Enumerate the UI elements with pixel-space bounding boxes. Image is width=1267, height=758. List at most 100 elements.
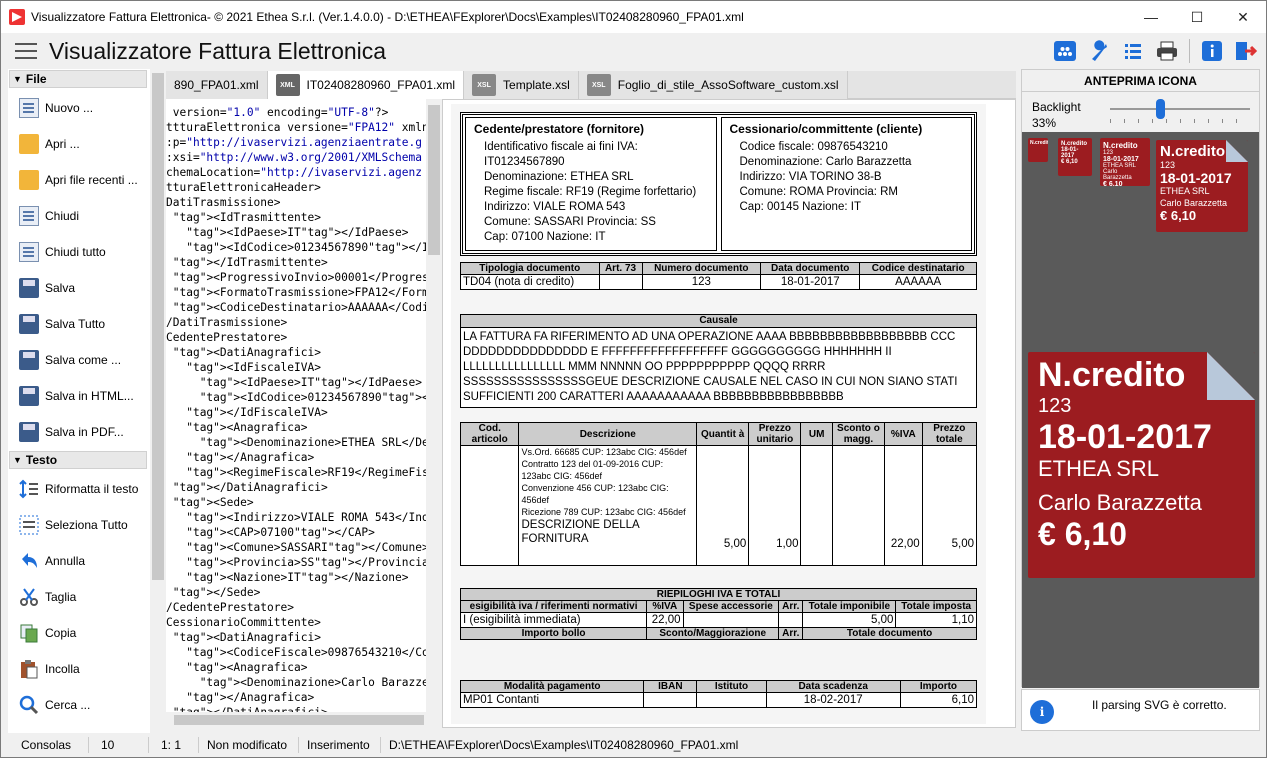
table-cell: 1,00 bbox=[748, 445, 802, 566]
menu-search[interactable]: Cerca ... bbox=[8, 687, 150, 723]
editor-vertical-scrollbar[interactable] bbox=[426, 99, 442, 712]
menu-close[interactable]: Chiudi bbox=[8, 198, 150, 234]
save-html-icon bbox=[19, 386, 39, 406]
icon-thumb-to: Carlo Barazzetta bbox=[1160, 198, 1228, 208]
backlight-slider-thumb[interactable] bbox=[1156, 99, 1166, 119]
tab-file-1[interactable]: 890_FPA01.xml bbox=[166, 71, 268, 99]
parties-box: Cedente/prestatore (fornitore) Identific… bbox=[460, 112, 977, 256]
menu-cut[interactable]: Taglia bbox=[8, 579, 150, 615]
info-icon: i bbox=[1030, 700, 1054, 724]
code-line: "tag"><IdPaese>IT"tag"></IdPaese> bbox=[199, 376, 422, 389]
code-line: CessionarioCommittente> bbox=[166, 616, 321, 629]
menu-save-all[interactable]: Salva Tutto bbox=[8, 306, 150, 342]
payment-table: Modalità pagamento IBAN Istituto Data sc… bbox=[459, 680, 978, 708]
table-header: Spese accessorie bbox=[682, 600, 780, 613]
code-line: "tag"><Sede> bbox=[172, 496, 254, 509]
icon-thumb-date: 18-01-2017 bbox=[1160, 170, 1232, 186]
menu-reformat[interactable]: Riformatta il testo bbox=[8, 471, 150, 507]
table-cell: MP01 Contanti bbox=[459, 692, 645, 708]
status-font-size: 10 bbox=[89, 737, 149, 753]
icon-thumb-96: N.credito 123 18-01-2017 ETHEA SRL Carlo… bbox=[1156, 140, 1248, 232]
list-icon[interactable] bbox=[1119, 37, 1147, 65]
code-line: "tag"><Denominazione>Carlo Barazzetta< bbox=[199, 676, 426, 689]
menu-paste[interactable]: Incolla bbox=[8, 651, 150, 687]
exit-icon[interactable] bbox=[1232, 37, 1260, 65]
xsl-file-icon: XSL bbox=[586, 74, 611, 96]
editor-hscroll-thumb[interactable] bbox=[174, 715, 424, 725]
menu-copy[interactable]: Copia bbox=[8, 615, 150, 651]
menu-undo[interactable]: Annulla bbox=[8, 543, 150, 579]
cessionario-line: Codice fiscale: 09876543210 bbox=[739, 141, 888, 153]
xml-editor[interactable]: version="1.0" encoding="UTF-8"?> ttturaEl… bbox=[166, 99, 426, 712]
menu-new[interactable]: Nuovo ... bbox=[8, 90, 150, 126]
code-line: "tag"><IdCodice>01234567890"tag"></IdCod… bbox=[199, 391, 426, 404]
menu-save-html[interactable]: Salva in HTML... bbox=[8, 378, 150, 414]
menu-save-as[interactable]: Salva come ... bbox=[8, 342, 150, 378]
table-cell: 22,00 bbox=[646, 612, 684, 628]
table-cell bbox=[778, 612, 804, 628]
cedente-line: Indirizzo: VIALE ROMA 543 bbox=[484, 201, 626, 213]
table-header: Tipologia documento bbox=[460, 262, 600, 275]
info-icon[interactable] bbox=[1198, 37, 1226, 65]
icon-thumb-title: N.credito bbox=[1103, 141, 1138, 150]
code-line: CedentePrestatore> bbox=[166, 331, 288, 344]
select-all-icon bbox=[19, 515, 39, 535]
maximize-button[interactable]: ☐ bbox=[1174, 1, 1220, 33]
table-cell bbox=[696, 692, 767, 708]
menu-open-recent[interactable]: Apri file recenti ... bbox=[8, 162, 150, 198]
code-line: "tag"></Sede> bbox=[172, 586, 261, 599]
viewer-icon[interactable] bbox=[1051, 37, 1079, 65]
wrench-icon[interactable] bbox=[1085, 37, 1113, 65]
table-header: Importo bbox=[899, 680, 978, 693]
table-header: Numero documento bbox=[641, 262, 762, 275]
tab-file-2[interactable]: XML IT02408280960_FPA01.xml bbox=[267, 71, 465, 99]
code-line: :p="http://ivaservizi.agenziaentrate.g bbox=[166, 136, 422, 149]
search-icon bbox=[19, 695, 39, 715]
editor-scroll-thumb[interactable] bbox=[428, 105, 440, 255]
minimize-button[interactable]: — bbox=[1128, 1, 1174, 33]
menu-save-pdf[interactable]: Salva in PDF... bbox=[8, 414, 150, 450]
invoice-preview[interactable]: Cedente/prestatore (fornitore) Identific… bbox=[442, 99, 1016, 728]
window-title: Visualizzatore Fattura Elettronica- © 20… bbox=[31, 10, 744, 24]
code-line: "tag"><RegimeFiscale>RF19</RegimeFiscale bbox=[186, 466, 426, 479]
menu-open[interactable]: Apri ... bbox=[8, 126, 150, 162]
menu-select-all[interactable]: Seleziona Tutto bbox=[8, 507, 150, 543]
status-cursor-position: 1: 1 bbox=[149, 737, 199, 753]
backlight-slider-track[interactable] bbox=[1110, 108, 1250, 110]
code-line: "tag"><IdPaese>IT"tag"></IdPaese> bbox=[186, 226, 409, 239]
editor-horizontal-scrollbar[interactable] bbox=[166, 712, 442, 728]
code-line: "tag"><Anagrafica> bbox=[186, 421, 308, 434]
table-cell bbox=[598, 274, 643, 290]
code-line: "tag"><CodiceDestinatario>AAAAAA</Codice… bbox=[172, 301, 426, 314]
table-cell: 1,10 bbox=[895, 612, 977, 628]
table-header: Art. 73 bbox=[598, 262, 643, 275]
table-header: Quantit à bbox=[696, 422, 750, 446]
code-line: "tag"></IdTrasmittente> bbox=[172, 256, 328, 269]
vat-summary-table: RIEPILOGHI IVA E TOTALI esigibilità iva … bbox=[459, 588, 977, 640]
tab-stylesheet-xsl[interactable]: XSL Foglio_di_stile_AssoSoftware_custom.x… bbox=[578, 71, 848, 99]
hamburger-menu-icon[interactable] bbox=[15, 43, 37, 59]
text-group-header[interactable]: ▼ Testo bbox=[9, 451, 147, 469]
table-header: Importo bollo bbox=[459, 627, 648, 640]
menu-save[interactable]: Salva bbox=[8, 270, 150, 306]
status-file-path: D:\ETHEA\FExplorer\Docs\Examples\IT02408… bbox=[389, 738, 739, 752]
file-group-header[interactable]: ▼ File bbox=[9, 70, 147, 88]
code-line: "tag"><DatiAnagrafici> bbox=[172, 631, 321, 644]
close-file-icon bbox=[19, 206, 39, 226]
cedente-line: IT01234567890 bbox=[484, 156, 565, 168]
sidebar-scrollbar[interactable] bbox=[150, 69, 166, 733]
close-button[interactable]: ✕ bbox=[1220, 1, 1266, 33]
sidebar-scroll-thumb[interactable] bbox=[152, 73, 164, 580]
new-file-icon bbox=[19, 98, 39, 118]
tab-template-xsl[interactable]: XSL Template.xsl bbox=[464, 71, 579, 99]
icon-preview-panel: ANTEPRIMA ICONA Backlight 33% N.credito … bbox=[1021, 69, 1260, 688]
code-line: "tag"><FormatoTrasmissione>FPA12</Format… bbox=[172, 286, 426, 299]
icon-thumb-48: N.credito 123 18-01-2017 ETHEA SRL Carlo… bbox=[1100, 138, 1150, 186]
printer-icon[interactable] bbox=[1153, 37, 1181, 65]
table-cell bbox=[831, 445, 886, 566]
status-bar: Consolas 10 1: 1 Non modificato Inserime… bbox=[1, 733, 1266, 757]
save-all-icon bbox=[19, 314, 39, 334]
menu-close-all[interactable]: Chiudi tutto bbox=[8, 234, 150, 270]
save-pdf-icon bbox=[19, 422, 39, 442]
table-header: Istituto bbox=[696, 680, 767, 693]
